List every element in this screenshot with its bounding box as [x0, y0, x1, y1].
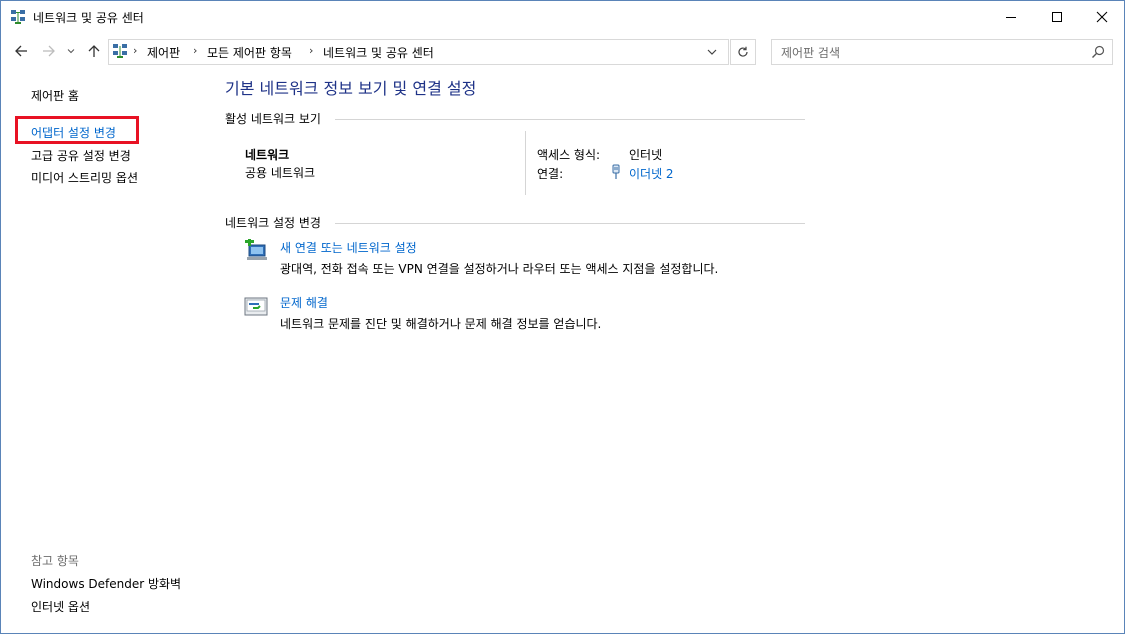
page-title: 기본 네트워크 정보 보기 및 연결 설정 — [225, 79, 477, 98]
search-placeholder: 제어판 검색 — [781, 46, 841, 60]
back-button[interactable] — [11, 41, 31, 61]
search-input[interactable]: 제어판 검색 — [771, 39, 1113, 65]
breadcrumb-separator-icon[interactable]: › — [133, 44, 137, 57]
control-panel-icon — [112, 43, 128, 59]
change-network-settings-heading: 네트워크 설정 변경 — [225, 216, 321, 230]
new-connection-link[interactable]: 새 연결 또는 네트워크 설정 — [280, 239, 417, 256]
title-bar[interactable]: 네트워크 및 공유 센터 — [1, 1, 1124, 32]
up-button[interactable] — [84, 41, 104, 61]
highlight-annotation — [15, 116, 139, 144]
breadcrumb-separator-icon[interactable]: › — [309, 44, 313, 57]
breadcrumb-network-sharing[interactable]: 네트워크 및 공유 센터 — [323, 44, 434, 61]
media-streaming-options-link[interactable]: 미디어 스트리밍 옵션 — [31, 169, 138, 186]
access-type-value: 인터넷 — [629, 148, 663, 162]
search-icon[interactable] — [1090, 44, 1106, 60]
windows-defender-firewall-link[interactable]: Windows Defender 방화벽 — [31, 575, 181, 592]
breadcrumb-all-items[interactable]: 모든 제어판 항목 — [207, 44, 292, 61]
new-connection-description: 광대역, 전화 접속 또는 VPN 연결을 설정하거나 라우터 또는 액세스 지… — [280, 262, 719, 276]
active-networks-heading: 활성 네트워크 보기 — [225, 112, 321, 126]
minimize-button[interactable] — [988, 1, 1034, 32]
address-bar[interactable]: › 제어판 › 모든 제어판 항목 › 네트워크 및 공유 센터 — [108, 39, 729, 65]
access-type-label: 액세스 형식: — [537, 148, 601, 162]
connections-label: 연결: — [537, 167, 564, 181]
breadcrumb-control-panel[interactable]: 제어판 — [147, 44, 180, 61]
troubleshoot-description: 네트워크 문제를 진단 및 해결하거나 문제 해결 정보를 얻습니다. — [280, 317, 602, 331]
troubleshoot-icon — [244, 295, 268, 319]
close-button[interactable] — [1079, 1, 1125, 32]
ethernet-connection-link[interactable]: 이더넷 2 — [629, 165, 674, 182]
breadcrumb-separator-icon[interactable]: › — [193, 44, 197, 57]
window-title: 네트워크 및 공유 센터 — [33, 11, 144, 25]
address-dropdown-chevron-icon[interactable] — [702, 42, 722, 62]
network-type-link[interactable]: 공용 네트워크 — [245, 164, 315, 181]
advanced-sharing-settings-link[interactable]: 고급 공유 설정 변경 — [31, 147, 131, 164]
control-panel-home-link[interactable]: 제어판 홈 — [31, 87, 79, 104]
recent-locations-chevron-icon[interactable] — [64, 41, 78, 61]
section-divider — [335, 119, 805, 120]
network-name: 네트워크 — [245, 148, 290, 162]
new-connection-icon — [244, 237, 268, 263]
troubleshoot-link[interactable]: 문제 해결 — [280, 294, 328, 311]
maximize-button[interactable] — [1034, 1, 1080, 32]
network-app-icon — [10, 9, 26, 25]
internet-options-link[interactable]: 인터넷 옵션 — [31, 598, 90, 615]
forward-button[interactable] — [39, 41, 59, 61]
section-divider — [335, 223, 805, 224]
see-also-heading: 참고 항목 — [31, 554, 79, 568]
refresh-button[interactable] — [730, 39, 756, 65]
network-sharing-center-window: 네트워크 및 공유 센터 › 제어판 › 모든 제어판 항목 › 네트워크 및 … — [0, 0, 1125, 634]
ethernet-icon — [610, 164, 622, 180]
vertical-divider — [525, 131, 526, 195]
